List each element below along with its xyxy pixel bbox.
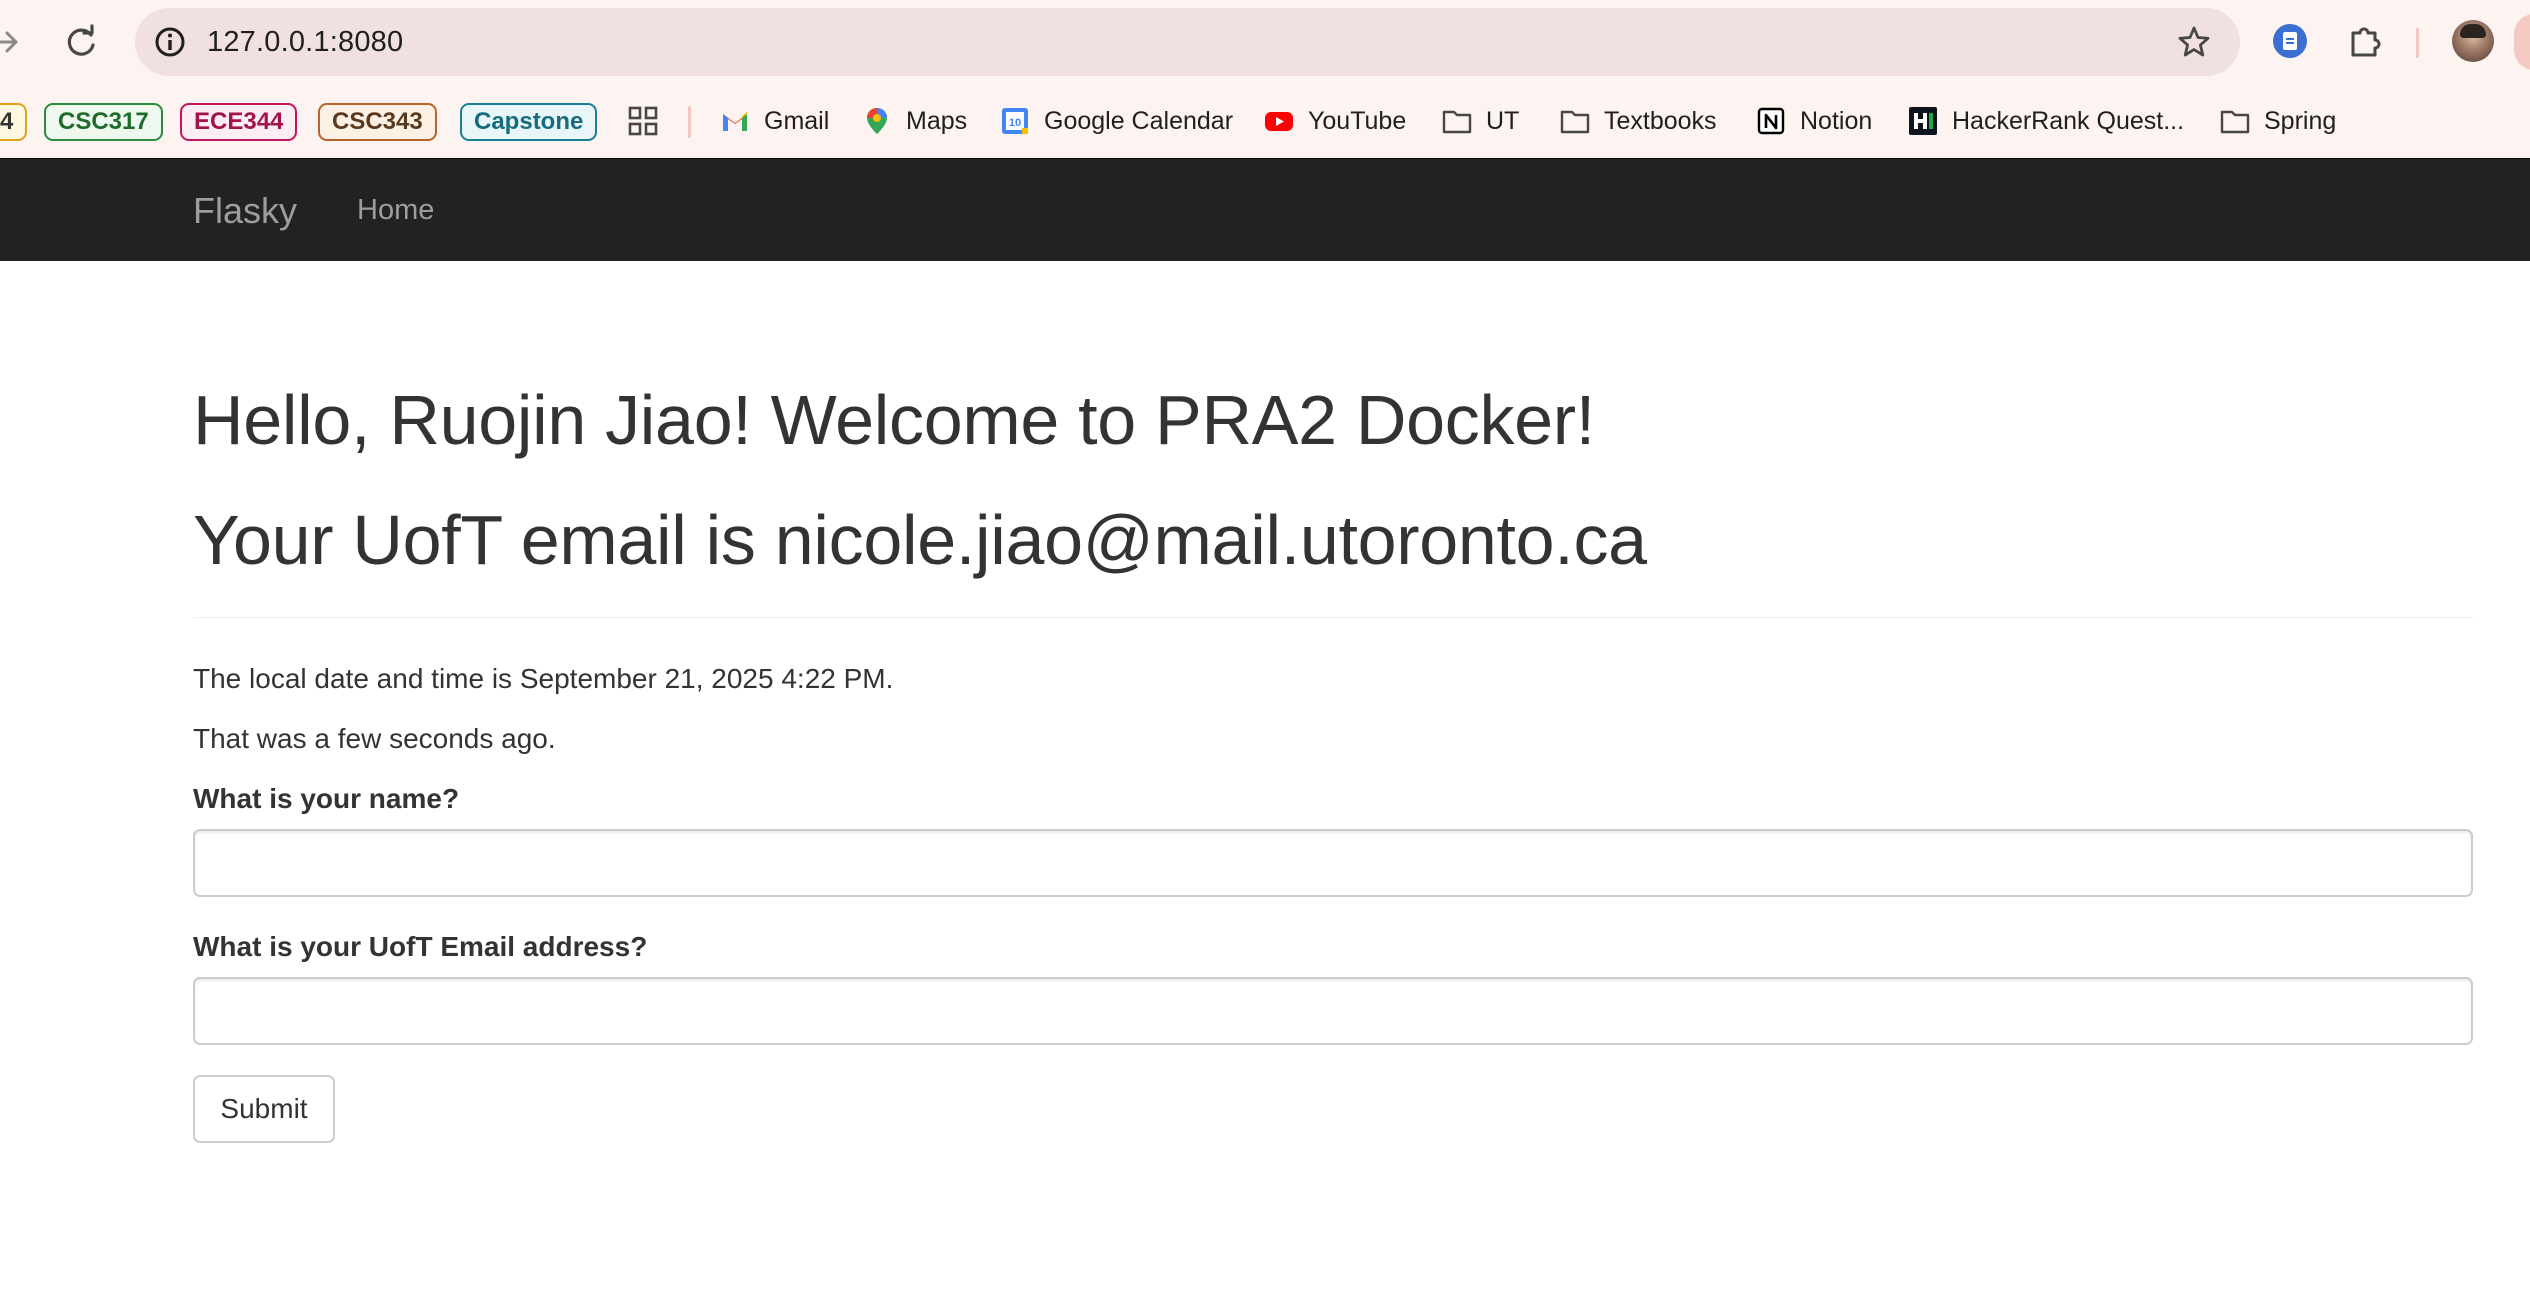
bookmark-star-icon[interactable] bbox=[2176, 24, 2212, 60]
greeting-heading: Hello, Ruojin Jiao! Welcome to PRA2 Dock… bbox=[193, 381, 1595, 459]
bookmarks-bar: 4 CSC317 ECE344 CSC343 Capstone Gmail Ma… bbox=[0, 98, 2530, 144]
bookmark-google-calendar[interactable]: 10 Google Calendar bbox=[1000, 98, 1233, 144]
chrome-menu-button[interactable] bbox=[2514, 14, 2530, 70]
bookmark-label: Google Calendar bbox=[1044, 106, 1234, 135]
apps-grid-icon[interactable] bbox=[628, 98, 658, 144]
navbar-brand-link[interactable]: Flasky bbox=[193, 159, 297, 262]
youtube-icon bbox=[1264, 106, 1294, 136]
address-bar[interactable]: 127.0.0.1:8080 bbox=[135, 8, 2240, 76]
local-datetime-text: The local date and time is September 21,… bbox=[193, 663, 894, 694]
notion-icon bbox=[1756, 106, 1786, 136]
bookmarks-separator bbox=[688, 106, 691, 138]
gmail-icon bbox=[720, 106, 750, 136]
bookmark-folder-ut[interactable]: UT bbox=[1442, 98, 1519, 144]
bookmark-label: Spring bbox=[2264, 106, 2337, 135]
profile-avatar[interactable] bbox=[2452, 20, 2494, 62]
bookmark-folder-textbooks[interactable]: Textbooks bbox=[1560, 98, 1717, 144]
bookmark-chip[interactable]: 4 bbox=[0, 103, 28, 141]
name-input[interactable] bbox=[193, 829, 2473, 897]
email-input[interactable] bbox=[193, 977, 2473, 1045]
name-label: What is your name? bbox=[193, 783, 460, 814]
bookmark-notion[interactable]: Notion bbox=[1756, 98, 1872, 144]
site-navbar: Flasky Home bbox=[0, 158, 2530, 261]
relative-time-text: That was a few seconds ago. bbox=[193, 723, 556, 754]
svg-text:10: 10 bbox=[1009, 117, 1021, 129]
url-text: 127.0.0.1:8080 bbox=[207, 26, 404, 58]
bookmark-label: HackerRank Quest... bbox=[1952, 106, 2185, 135]
bookmark-label: Notion bbox=[1800, 106, 1873, 135]
browser-chrome: 127.0.0.1:8080 4 CSC317 ECE344 CSC343 Ca… bbox=[0, 0, 2530, 158]
calendar-icon: 10 bbox=[1000, 106, 1030, 136]
bookmark-chip-ece344[interactable]: ECE344 bbox=[180, 103, 298, 141]
bookmark-label: UT bbox=[1486, 106, 1520, 135]
submit-button[interactable]: Submit bbox=[193, 1075, 335, 1143]
reload-icon[interactable] bbox=[62, 22, 102, 62]
email-label: What is your UofT Email address? bbox=[193, 931, 648, 962]
bookmark-label: Gmail bbox=[764, 106, 830, 135]
nav-home-link[interactable]: Home bbox=[357, 159, 434, 262]
bookmark-chip-capstone[interactable]: Capstone bbox=[460, 103, 598, 141]
email-heading: Your UofT email is nicole.jiao@mail.utor… bbox=[193, 501, 1647, 579]
hackerrank-icon bbox=[1908, 106, 1938, 136]
bookmark-label: Maps bbox=[906, 106, 968, 135]
toolbar-divider bbox=[2416, 28, 2419, 58]
header-divider bbox=[193, 617, 2473, 618]
site-info-icon[interactable] bbox=[153, 25, 187, 59]
bookmark-chip-csc343[interactable]: CSC343 bbox=[318, 103, 437, 141]
bookmark-maps[interactable]: Maps bbox=[862, 98, 967, 144]
maps-icon bbox=[862, 106, 892, 136]
forward-arrow-icon[interactable] bbox=[0, 22, 26, 62]
docs-extension-icon[interactable] bbox=[2272, 23, 2308, 59]
extensions-puzzle-icon[interactable] bbox=[2346, 20, 2386, 60]
folder-icon bbox=[1442, 106, 1472, 136]
bookmark-youtube[interactable]: YouTube bbox=[1264, 98, 1406, 144]
bookmark-label: Textbooks bbox=[1604, 106, 1717, 135]
bookmark-folder-spring[interactable]: Spring bbox=[2220, 98, 2336, 144]
folder-icon bbox=[2220, 106, 2250, 136]
browser-toolbar: 127.0.0.1:8080 bbox=[0, 0, 2530, 84]
bookmark-hackerrank[interactable]: HackerRank Quest... bbox=[1908, 98, 2184, 144]
folder-icon bbox=[1560, 106, 1590, 136]
bookmark-label: YouTube bbox=[1308, 106, 1407, 135]
bookmark-chip-csc317[interactable]: CSC317 bbox=[44, 103, 163, 141]
bookmark-gmail[interactable]: Gmail bbox=[720, 98, 829, 144]
